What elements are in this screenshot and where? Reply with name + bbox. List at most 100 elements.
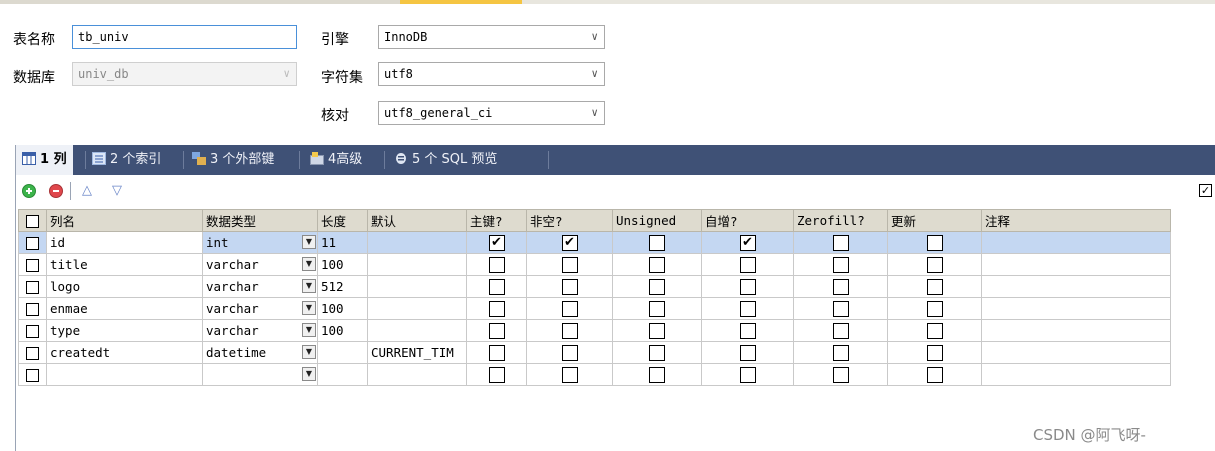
cell-zerofill[interactable] [793, 363, 888, 386]
header-name[interactable]: 列名 [46, 209, 203, 232]
cell-length[interactable] [317, 341, 368, 364]
cell-unsigned[interactable] [612, 319, 702, 342]
cell-default[interactable] [367, 297, 467, 320]
checkbox[interactable] [649, 256, 665, 273]
cell-primary-key[interactable] [466, 253, 527, 276]
header-zerofill[interactable]: Zerofill? [793, 209, 888, 232]
cell-unsigned[interactable] [612, 341, 702, 364]
checkbox[interactable] [832, 344, 849, 361]
tab-indexes[interactable]: 2 个索引 [92, 145, 161, 175]
checkbox[interactable]: ✔ [739, 234, 756, 251]
checkbox[interactable] [926, 234, 943, 251]
tab-foreign-keys[interactable]: 3 个外部键 [192, 145, 274, 175]
cell-primary-key[interactable] [466, 341, 527, 364]
checkbox[interactable] [739, 322, 756, 339]
cell-primary-key[interactable] [466, 363, 527, 386]
checkbox[interactable] [488, 256, 505, 273]
cell-default[interactable] [367, 319, 467, 342]
checkbox[interactable] [488, 344, 505, 361]
tab-sql-preview[interactable]: 5 个 SQL 预览 [394, 145, 497, 175]
cell-length[interactable] [317, 363, 368, 386]
checkbox[interactable] [739, 366, 756, 383]
cell-auto-increment[interactable] [701, 363, 794, 386]
engine-select[interactable]: InnoDB ∨ [378, 25, 605, 49]
checkbox[interactable]: ✔ [561, 234, 578, 251]
cell-comment[interactable] [981, 253, 1171, 276]
cell-update[interactable] [887, 297, 982, 320]
cell-length[interactable]: 100 [317, 297, 368, 320]
cell-comment[interactable] [981, 319, 1171, 342]
cell-column-name[interactable]: logo [46, 275, 203, 298]
cell-auto-increment[interactable] [701, 319, 794, 342]
cell-unsigned[interactable] [612, 231, 702, 254]
cell-zerofill[interactable] [793, 319, 888, 342]
header-not-null[interactable]: 非空? [526, 209, 613, 232]
checkbox[interactable] [739, 300, 756, 317]
cell-default[interactable] [367, 231, 467, 254]
dropdown-arrow-icon[interactable]: ▼ [302, 367, 316, 381]
checkbox[interactable] [926, 256, 943, 273]
checkbox[interactable] [739, 344, 756, 361]
minus-circle-icon[interactable] [49, 184, 63, 198]
checkbox[interactable] [649, 300, 665, 317]
checkbox[interactable] [26, 281, 39, 294]
row-select-cell[interactable] [18, 363, 47, 386]
cell-length[interactable]: 100 [317, 253, 368, 276]
cell-unsigned[interactable] [612, 275, 702, 298]
cell-default[interactable]: CURRENT_TIM [367, 341, 467, 364]
cell-default[interactable] [367, 363, 467, 386]
cell-column-name[interactable]: createdt [46, 341, 203, 364]
move-down-icon[interactable]: ▽ [108, 184, 126, 198]
cell-length[interactable]: 11 [317, 231, 368, 254]
cell-not-null[interactable] [526, 341, 613, 364]
checkbox[interactable] [488, 366, 505, 383]
checkbox[interactable] [832, 234, 849, 251]
header-primary-key[interactable]: 主键? [466, 209, 527, 232]
checkbox[interactable] [561, 344, 578, 361]
row-select-cell[interactable] [18, 253, 47, 276]
checkbox[interactable] [832, 366, 849, 383]
cell-comment[interactable] [981, 275, 1171, 298]
row-select-cell[interactable] [18, 319, 47, 342]
checkbox[interactable] [832, 300, 849, 317]
cell-update[interactable] [887, 319, 982, 342]
cell-comment[interactable] [981, 363, 1171, 386]
dropdown-arrow-icon[interactable]: ▼ [302, 279, 316, 293]
cell-primary-key[interactable] [466, 319, 527, 342]
checkbox[interactable] [926, 344, 943, 361]
cell-update[interactable] [887, 275, 982, 298]
cell-not-null[interactable] [526, 363, 613, 386]
cell-primary-key[interactable] [466, 275, 527, 298]
cell-auto-increment[interactable] [701, 297, 794, 320]
collation-select[interactable]: utf8_general_ci ∨ [378, 101, 605, 125]
cell-data-type[interactable]: datetime ▼ [202, 341, 318, 364]
table-row[interactable]: title varchar ▼ 100 [18, 253, 1171, 276]
cell-data-type[interactable]: ▼ [202, 363, 318, 386]
checkbox[interactable] [649, 322, 665, 339]
checkbox[interactable] [926, 322, 943, 339]
row-select-cell[interactable] [18, 341, 47, 364]
checkbox[interactable] [561, 256, 578, 273]
header-length[interactable]: 长度 [317, 209, 368, 232]
checkbox[interactable] [26, 303, 39, 316]
cell-comment[interactable] [981, 341, 1171, 364]
checkbox[interactable] [26, 237, 39, 250]
cell-auto-increment[interactable]: ✔ [701, 231, 794, 254]
checkbox[interactable] [649, 344, 665, 361]
cell-update[interactable] [887, 253, 982, 276]
cell-column-name[interactable] [46, 363, 203, 386]
cell-length[interactable]: 512 [317, 275, 368, 298]
cell-default[interactable] [367, 275, 467, 298]
checkbox[interactable] [649, 278, 665, 295]
checkbox[interactable] [926, 278, 943, 295]
cell-not-null[interactable] [526, 297, 613, 320]
checkbox[interactable] [488, 322, 505, 339]
checkbox[interactable] [926, 300, 943, 317]
cell-length[interactable]: 100 [317, 319, 368, 342]
cell-data-type[interactable]: varchar ▼ [202, 297, 318, 320]
cell-column-name[interactable]: enmae [46, 297, 203, 320]
cell-auto-increment[interactable] [701, 341, 794, 364]
cell-update[interactable] [887, 231, 982, 254]
cell-zerofill[interactable] [793, 275, 888, 298]
cell-update[interactable] [887, 341, 982, 364]
